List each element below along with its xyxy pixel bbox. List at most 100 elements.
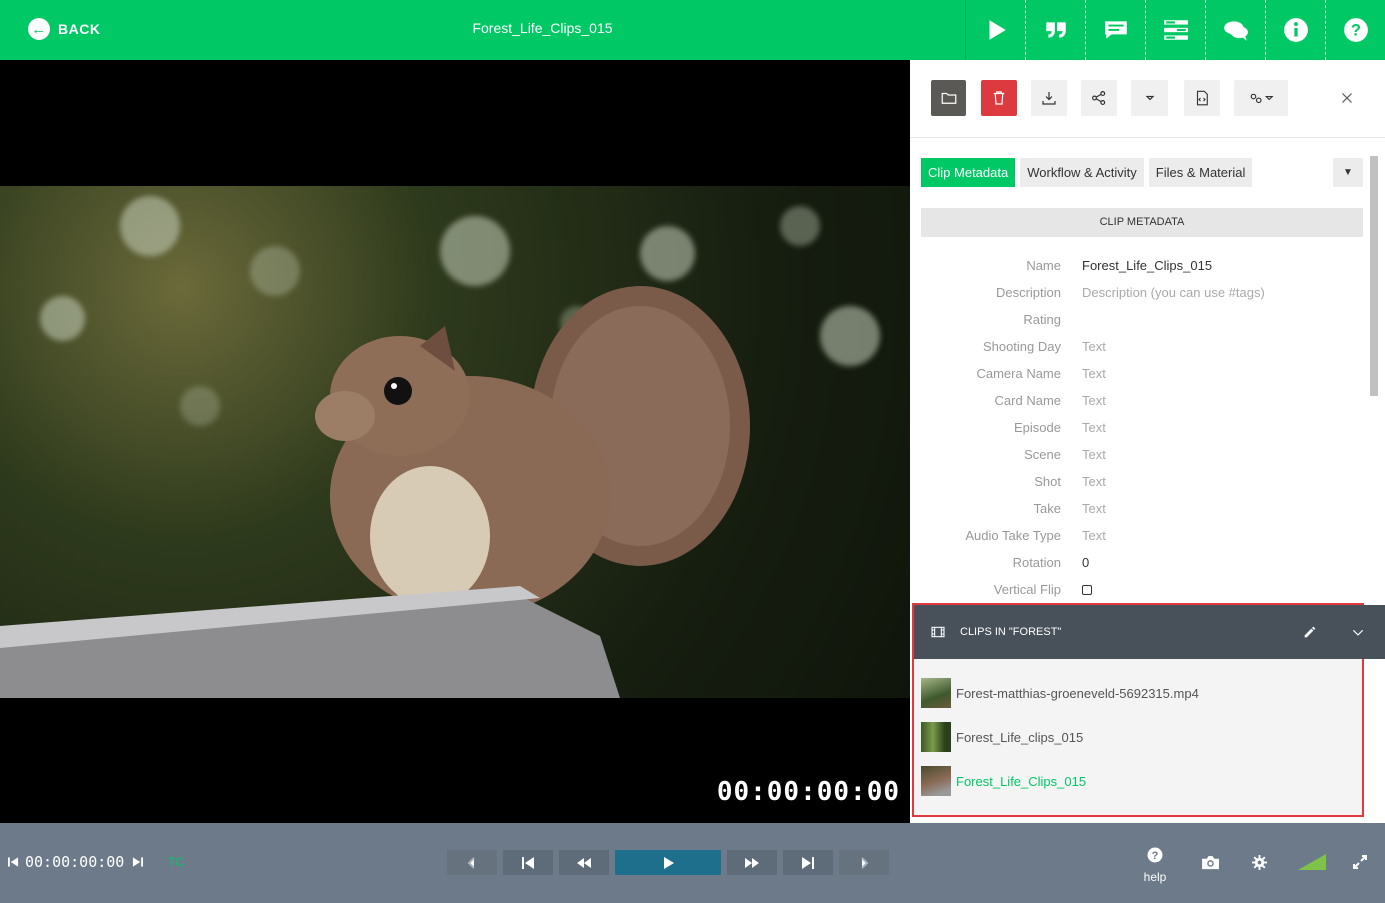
edit-icon[interactable] [1302,624,1318,640]
play-icon[interactable] [965,0,1025,60]
field-label: Scene [1024,447,1061,462]
tab-workflow-activity[interactable]: Workflow & Activity [1020,158,1144,187]
close-icon[interactable] [1330,80,1364,116]
rewind-icon [577,857,591,868]
play-icon [664,856,674,869]
episode-input[interactable]: Text [1082,420,1106,447]
panel-toolbar [910,60,1385,138]
field-label: Camera Name [976,366,1061,381]
clip-name: Forest_Life_Clips_015 [956,773,1087,789]
page-title: Forest_Life_Clips_015 [472,20,613,36]
field-label: Audio Take Type [965,528,1061,543]
tab-files-material[interactable]: Files & Material [1148,158,1253,187]
comment-icon[interactable] [1085,0,1145,60]
help-label: help [1143,870,1167,884]
playback-controls: 00:00:00:00 TC ? help [0,823,1385,903]
share-icon[interactable] [1081,80,1117,116]
help-button[interactable]: ? help [1140,847,1170,884]
help-icon[interactable]: ? [1325,0,1385,60]
list-icon[interactable] [1145,0,1205,60]
field-row-rotation: Rotation 0 [921,555,1363,582]
field-row-shot: Shot Text [921,474,1363,501]
name-value[interactable]: Forest_Life_Clips_015 [1082,258,1212,285]
video-frame [0,186,910,698]
chat-icon[interactable] [1205,0,1265,60]
folder-icon[interactable] [931,80,966,116]
clip-thumbnail [921,766,951,796]
skip-back-icon [522,856,534,869]
clip-name: Forest-matthias-groeneveld-5692315.mp4 [956,685,1199,701]
field-label: Rotation [1012,555,1061,570]
field-label: Shooting Day [982,339,1061,354]
field-label: Shot [1034,474,1061,489]
rewind-button[interactable] [559,850,609,875]
field-row-scene: Scene Text [921,447,1363,474]
quote-icon[interactable] [1025,0,1085,60]
rotation-input[interactable]: 0 [1082,555,1089,582]
field-label: Card Name [994,393,1061,408]
section-header: CLIP METADATA [921,208,1363,237]
gear-icon[interactable] [1252,855,1267,870]
clip-list-item[interactable]: Forest-matthias-groeneveld-5692315.mp4 [921,678,1199,708]
caret-down-icon: ▼ [1343,167,1353,178]
squirrel-image [0,286,750,698]
field-row-audio-take-type: Audio Take Type Text [921,528,1363,555]
card-name-input[interactable]: Text [1082,393,1106,420]
scrollbar-thumb[interactable] [1370,156,1378,396]
file-code-icon[interactable] [1184,80,1220,116]
top-icon-bar: ? [965,0,1385,60]
dropdown-icon[interactable] [1131,80,1168,116]
video-player[interactable]: 00:00:00:00 [0,60,910,823]
top-bar: ← BACK Forest_Life_Clips_015 ? [0,0,1385,60]
shot-input[interactable]: Text [1082,474,1106,501]
skip-end-icon[interactable] [132,856,143,868]
field-label: Description [995,285,1061,300]
field-row-description: Description Description (you can use #tag… [921,285,1363,312]
info-icon[interactable] [1265,0,1325,60]
svg-text:?: ? [1152,850,1159,862]
skip-start-icon[interactable] [8,856,19,868]
field-row-take: Take Text [921,501,1363,528]
jump-to-start-button[interactable] [503,850,553,875]
clips-panel-header: CLIPS IN "FOREST" [914,605,1385,659]
audio-take-type-input[interactable]: Text [1082,528,1106,555]
svg-text:?: ? [1351,21,1361,39]
panel-tabs: Clip Metadata Workflow & Activity Files … [921,158,1257,187]
current-timecode: 00:00:00:00 [25,853,125,871]
help-icon: ? [1147,847,1163,863]
field-label: Name [1026,258,1061,273]
chevron-left-icon [467,856,475,869]
chevron-down-icon[interactable] [1351,624,1365,640]
trash-icon[interactable] [981,80,1017,116]
previous-button[interactable] [447,850,497,875]
download-icon[interactable] [1031,80,1067,116]
panel-scrollbar[interactable] [1368,152,1380,602]
tc-label[interactable]: TC [168,855,184,869]
camera-icon[interactable] [1201,855,1220,870]
settings-dropdown-icon[interactable] [1234,80,1288,116]
field-row-camera-name: Camera Name Text [921,366,1363,393]
camera-name-input[interactable]: Text [1082,366,1106,393]
metadata-fields: Name Forest_Life_Clips_015 Description Des… [921,258,1363,609]
tabs-dropdown-button[interactable]: ▼ [1333,158,1363,187]
play-button[interactable] [615,850,721,875]
fast-forward-button[interactable] [727,850,777,875]
volume-slider[interactable] [1298,854,1326,870]
next-button[interactable] [839,850,889,875]
fast-forward-icon [745,857,759,868]
tab-clip-metadata[interactable]: Clip Metadata [921,158,1016,187]
shooting-day-input[interactable]: Text [1082,339,1106,366]
field-row-shooting-day: Shooting Day Text [921,339,1363,366]
fullscreen-icon[interactable] [1352,854,1368,870]
take-input[interactable]: Text [1082,501,1106,528]
clips-panel: CLIPS IN "FOREST" Forest-matthias-groene… [912,603,1385,817]
jump-to-end-button[interactable] [783,850,833,875]
film-icon [931,626,945,638]
field-label: Rating [1023,312,1061,327]
clip-list-item[interactable]: Forest_Life_clips_015 [921,722,1083,752]
description-input[interactable]: Description (you can use #tags) [1082,285,1265,312]
clip-list-item[interactable]: Forest_Life_Clips_015 [921,766,1086,796]
skip-forward-icon [802,856,814,869]
scene-input[interactable]: Text [1082,447,1106,474]
video-timecode: 00:00:00:00 [716,777,900,807]
